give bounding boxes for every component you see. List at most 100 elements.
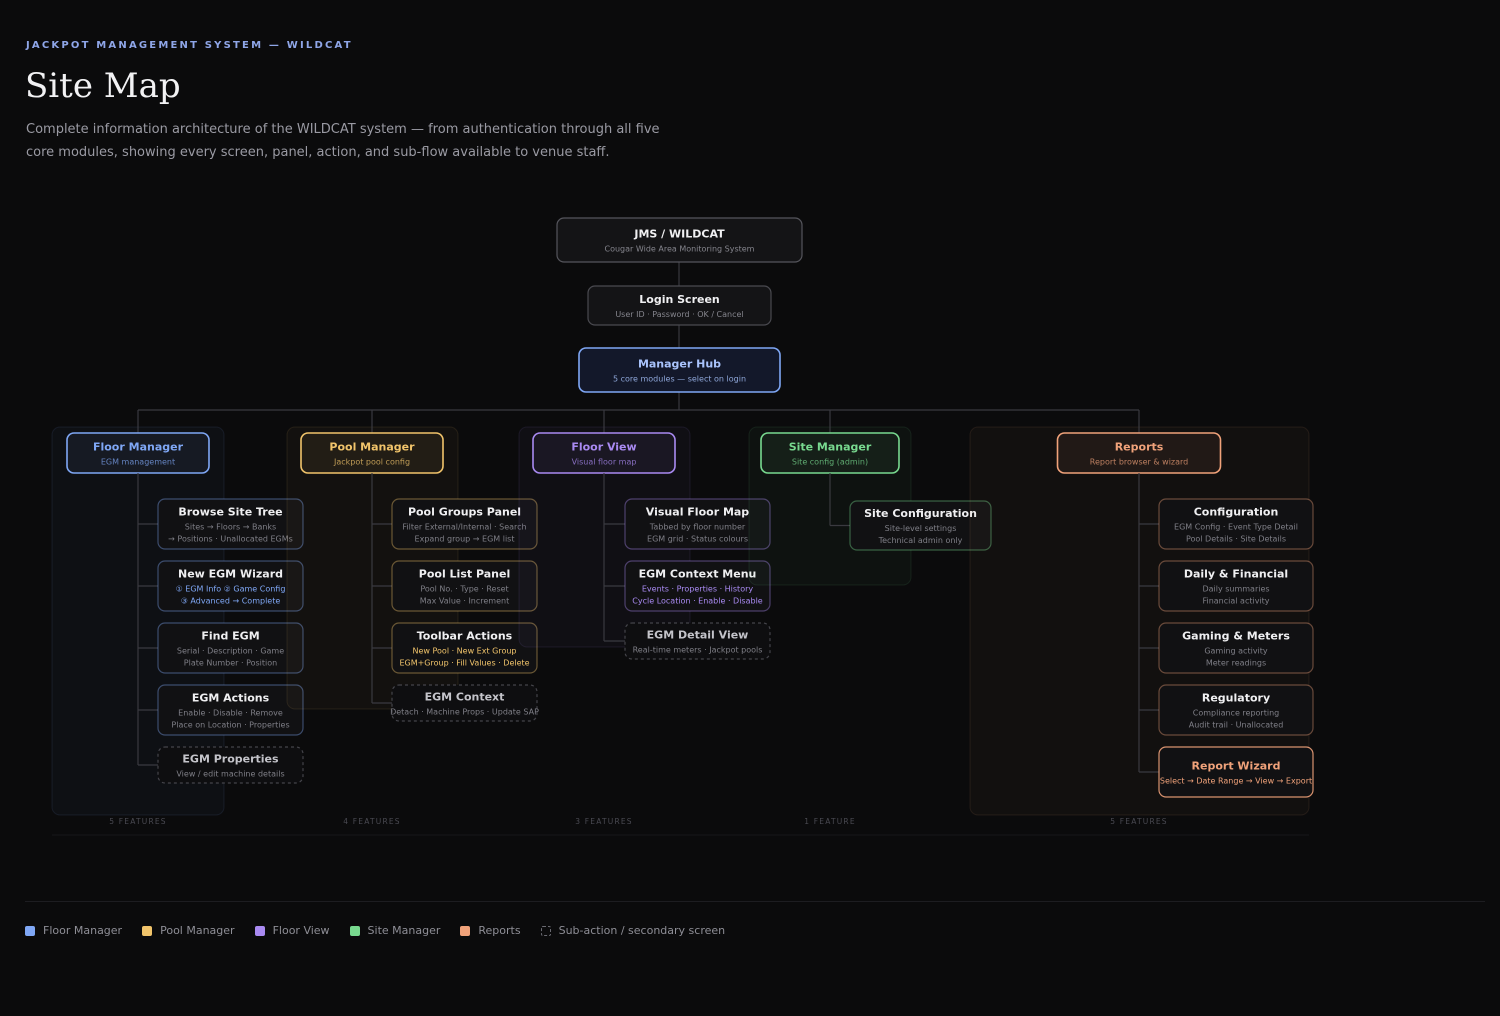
toolbar-actions-node-detail: New Pool · New Ext Group bbox=[413, 647, 517, 656]
pool-list-panel-node-title: Pool List Panel bbox=[419, 568, 510, 581]
regulatory-node-title: Regulatory bbox=[1202, 692, 1270, 705]
daily-financial-node[interactable]: Daily & Financial Daily summaries Financia… bbox=[1158, 560, 1314, 612]
legend-label: Pool Manager bbox=[160, 924, 235, 937]
site-map-diagram: JMS / WILDCAT Cougar Wide Area Monitoring… bbox=[51, 217, 1314, 836]
egm-context-node[interactable]: EGM Context Detach · Machine Props · Upda… bbox=[390, 684, 539, 722]
legend-swatch bbox=[540, 925, 551, 936]
pool-manager-module-node-title: Pool Manager bbox=[329, 441, 415, 454]
site-configuration-node-title: Site Configuration bbox=[864, 507, 977, 520]
egm-properties-node-title: EGM Properties bbox=[182, 753, 279, 766]
browse-site-tree-node-detail: Sites → Floors → Banks bbox=[185, 523, 276, 532]
pool-manager-module-node[interactable]: Pool Manager Jackpot pool config bbox=[300, 432, 444, 474]
configuration-node-title: Configuration bbox=[1194, 506, 1279, 519]
reports-module-node-title: Reports bbox=[1115, 441, 1164, 454]
root-node-title: JMS / WILDCAT bbox=[633, 228, 725, 241]
egm-context-menu-node-detail: Events · Properties · History bbox=[642, 585, 754, 594]
legend-swatch bbox=[349, 925, 360, 936]
legend-label: Site Manager bbox=[367, 924, 441, 937]
egm-actions-node-detail: Enable · Disable · Remove bbox=[178, 709, 283, 718]
legend-label: Sub-action / secondary screen bbox=[558, 924, 726, 937]
floor-view-module-node[interactable]: Floor View Visual floor map bbox=[532, 432, 676, 474]
configuration-node[interactable]: Configuration EGM Config · Event Type Det… bbox=[1158, 498, 1314, 550]
egm-actions-node-title: EGM Actions bbox=[192, 692, 270, 705]
floor-view-module-node-title: Floor View bbox=[571, 441, 636, 454]
reports-feature-count: 5 FEATURES bbox=[1110, 817, 1168, 826]
floor-view-module-node-detail: Visual floor map bbox=[572, 458, 637, 467]
visual-floor-map-node-detail: Tabbed by floor number bbox=[649, 523, 746, 532]
site-configuration-node-detail: Technical admin only bbox=[878, 536, 963, 545]
site-manager-feature-count: 1 FEATURE bbox=[804, 817, 856, 826]
legend-divider bbox=[25, 901, 1485, 902]
regulatory-node-detail: Compliance reporting bbox=[1193, 709, 1279, 718]
gaming-meters-node-detail: Meter readings bbox=[1206, 659, 1266, 668]
floor-manager-module-node-title: Floor Manager bbox=[93, 441, 184, 454]
legend-label: Floor Manager bbox=[43, 924, 123, 937]
new-egm-wizard-node-detail: ① EGM Info ② Game Config bbox=[176, 585, 286, 594]
floor-manager-feature-count: 5 FEATURES bbox=[109, 817, 167, 826]
pool-groups-panel-node-detail: Expand group → EGM list bbox=[415, 535, 515, 544]
find-egm-node-detail: Plate Number · Position bbox=[184, 659, 277, 668]
daily-financial-node-detail: Daily summaries bbox=[1202, 585, 1269, 594]
hub-node-title: Manager Hub bbox=[638, 358, 721, 371]
visual-floor-map-node[interactable]: Visual Floor Map Tabbed by floor number EG… bbox=[624, 498, 771, 550]
find-egm-node[interactable]: Find EGM Serial · Description · Game Plate… bbox=[157, 622, 304, 674]
toolbar-actions-node-title: Toolbar Actions bbox=[417, 630, 513, 643]
egm-context-menu-node-detail: Cycle Location · Enable · Disable bbox=[632, 597, 763, 606]
pool-list-panel-node[interactable]: Pool List Panel Pool No. · Type · Reset Ma… bbox=[391, 560, 538, 612]
floor-manager-module-node[interactable]: Floor Manager EGM management bbox=[66, 432, 210, 474]
site-manager-module-node-title: Site Manager bbox=[789, 441, 872, 454]
reports-module-node[interactable]: Reports Report browser & wizard bbox=[1056, 432, 1222, 474]
find-egm-node-title: Find EGM bbox=[201, 630, 259, 643]
legend-item-pool-manager: Pool Manager bbox=[142, 924, 235, 937]
site-manager-module-node[interactable]: Site Manager Site config (admin) bbox=[760, 432, 900, 474]
legend-label: Floor View bbox=[272, 924, 330, 937]
browse-site-tree-node-detail: → Positions · Unallocated EGMs bbox=[168, 535, 293, 544]
root-node-detail: Cougar Wide Area Monitoring System bbox=[605, 245, 755, 254]
report-wizard-node-title: Report Wizard bbox=[1192, 760, 1281, 773]
root-node[interactable]: JMS / WILDCAT Cougar Wide Area Monitoring… bbox=[556, 217, 803, 263]
legend-item-sub-action-secondary-screen: Sub-action / secondary screen bbox=[540, 924, 726, 937]
egm-actions-node-detail: Place on Location · Properties bbox=[171, 721, 289, 730]
configuration-node-detail: Pool Details · Site Details bbox=[1186, 535, 1286, 544]
egm-context-node-title: EGM Context bbox=[425, 691, 505, 704]
gaming-meters-node[interactable]: Gaming & Meters Gaming activity Meter read… bbox=[1158, 622, 1314, 674]
visual-floor-map-node-detail: EGM grid · Status colours bbox=[647, 535, 748, 544]
toolbar-actions-node[interactable]: Toolbar Actions New Pool · New Ext Group E… bbox=[391, 622, 538, 674]
pool-groups-panel-node-detail: Filter External/Internal · Search bbox=[402, 523, 526, 532]
legend-item-floor-manager: Floor Manager bbox=[25, 924, 122, 937]
regulatory-node[interactable]: Regulatory Compliance reporting Audit trai… bbox=[1158, 684, 1314, 736]
egm-context-menu-node[interactable]: EGM Context Menu Events · Properties · Hi… bbox=[624, 560, 771, 612]
find-egm-node-detail: Serial · Description · Game bbox=[177, 647, 284, 656]
pool-list-panel-node-detail: Pool No. · Type · Reset bbox=[420, 585, 508, 594]
legend-label: Reports bbox=[478, 924, 521, 937]
new-egm-wizard-node-detail: ③ Advanced → Complete bbox=[181, 597, 281, 606]
toolbar-actions-node-detail: EGM+Group · Fill Values · Delete bbox=[399, 659, 529, 668]
egm-detail-view-node[interactable]: EGM Detail View Real-time meters · Jackpo… bbox=[624, 622, 771, 660]
hub-node[interactable]: Manager Hub 5 core modules — select on lo… bbox=[578, 347, 781, 393]
regulatory-node-detail: Audit trail · Unallocated bbox=[1189, 721, 1284, 730]
egm-actions-node[interactable]: EGM Actions Enable · Disable · Remove Plac… bbox=[157, 684, 304, 736]
egm-detail-view-node-title: EGM Detail View bbox=[647, 629, 749, 642]
egm-properties-node[interactable]: EGM Properties View / edit machine detail… bbox=[157, 746, 304, 784]
site-manager-module-node-detail: Site config (admin) bbox=[792, 458, 868, 467]
pool-manager-feature-count: 4 FEATURES bbox=[343, 817, 401, 826]
legend-item-reports: Reports bbox=[460, 924, 521, 937]
legend-swatch bbox=[254, 925, 265, 936]
login-node[interactable]: Login Screen User ID · Password · OK / Ca… bbox=[587, 285, 772, 326]
legend-swatch bbox=[142, 925, 153, 936]
floor-view-feature-count: 3 FEATURES bbox=[575, 817, 633, 826]
legend-item-floor-view: Floor View bbox=[254, 924, 330, 937]
browse-site-tree-node-title: Browse Site Tree bbox=[178, 506, 282, 519]
egm-properties-node-detail: View / edit machine details bbox=[176, 770, 284, 779]
report-wizard-node[interactable]: Report Wizard Select → Date Range → View … bbox=[1158, 746, 1314, 798]
login-node-title: Login Screen bbox=[639, 293, 720, 306]
new-egm-wizard-node[interactable]: New EGM Wizard ① EGM Info ② Game Config ③ … bbox=[157, 560, 304, 612]
egm-context-node-detail: Detach · Machine Props · Update SAP bbox=[390, 708, 539, 717]
legend-swatch bbox=[460, 925, 471, 936]
new-egm-wizard-node-title: New EGM Wizard bbox=[178, 568, 283, 581]
configuration-node-detail: EGM Config · Event Type Detail bbox=[1174, 523, 1298, 532]
browse-site-tree-node[interactable]: Browse Site Tree Sites → Floors → Banks → … bbox=[157, 498, 304, 550]
daily-financial-node-detail: Financial activity bbox=[1202, 597, 1269, 606]
pool-groups-panel-node[interactable]: Pool Groups Panel Filter External/Interna… bbox=[391, 498, 538, 550]
daily-financial-node-title: Daily & Financial bbox=[1184, 568, 1288, 581]
